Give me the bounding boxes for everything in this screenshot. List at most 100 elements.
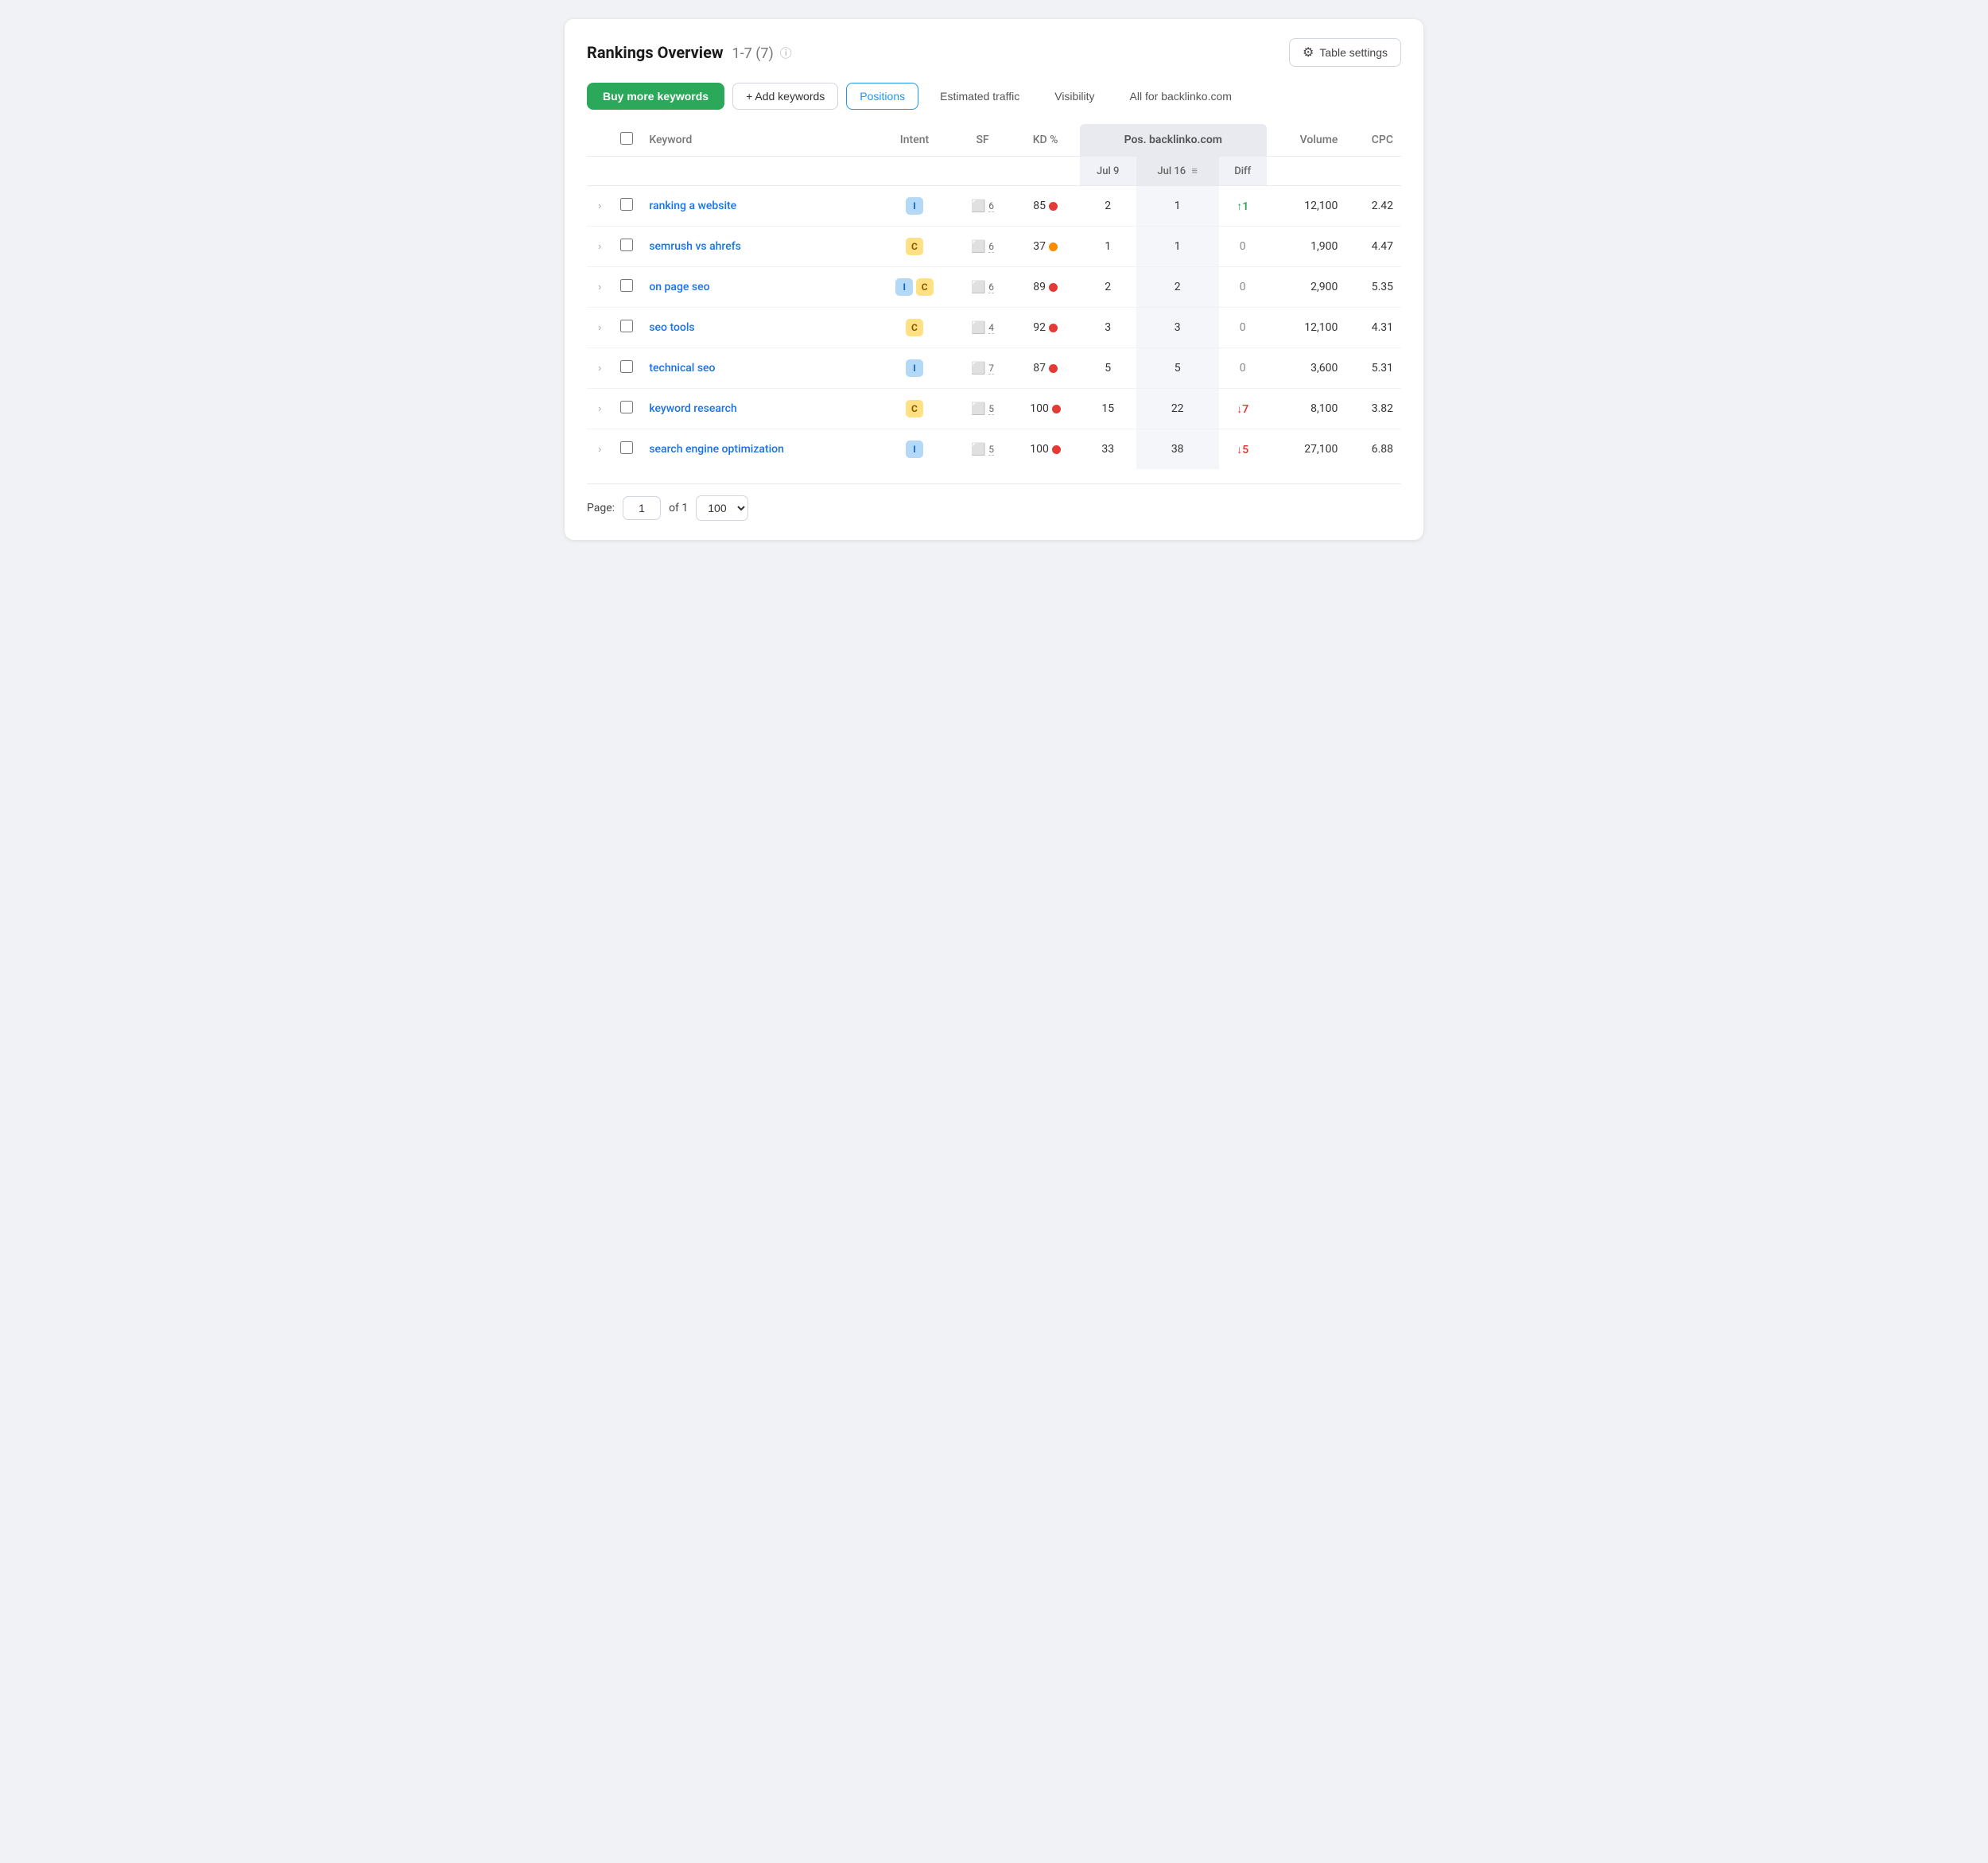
checkbox-cell	[612, 429, 641, 470]
intent-badge: C	[916, 278, 934, 296]
sf-number: 5	[988, 403, 994, 415]
keyword-link[interactable]: on page seo	[649, 281, 709, 293]
volume-cell: 12,100	[1267, 308, 1346, 348]
kd-value: 89	[1033, 281, 1046, 293]
table-row: ›keyword researchC ⬜ 51001522↓78,1003.82	[587, 389, 1401, 429]
gear-icon: ⚙	[1303, 45, 1314, 60]
sf-cell: ⬜ 6	[954, 186, 1011, 227]
expand-cell: ›	[587, 348, 612, 389]
expand-cell: ›	[587, 429, 612, 470]
keyword-link[interactable]: ranking a website	[649, 200, 736, 212]
keyword-link[interactable]: technical seo	[649, 362, 715, 375]
intent-cell: C	[875, 227, 953, 267]
checkbox-cell	[612, 227, 641, 267]
volume-cell: 3,600	[1267, 348, 1346, 389]
sf-number: 4	[988, 322, 994, 334]
diff-value: ↓5	[1237, 444, 1248, 456]
keyword-link[interactable]: semrush vs ahrefs	[649, 240, 741, 253]
tab-estimated-traffic[interactable]: Estimated traffic	[926, 83, 1033, 110]
kd-dot	[1052, 445, 1061, 454]
col-group-row: Keyword Intent SF KD % Pos. backlinko.co…	[587, 124, 1401, 157]
table-settings-button[interactable]: ⚙ Table settings	[1289, 38, 1401, 67]
intent-badge: C	[906, 238, 923, 255]
row-checkbox[interactable]	[620, 198, 633, 211]
buy-keywords-button[interactable]: Buy more keywords	[587, 83, 724, 110]
of-label: of 1	[669, 502, 688, 514]
sf-cell: ⬜ 5	[954, 429, 1011, 470]
per-page-select[interactable]: 100 50 25 10	[696, 495, 748, 521]
row-checkbox[interactable]	[620, 360, 633, 373]
sf-cell: ⬜ 4	[954, 308, 1011, 348]
sf-cell: ⬜ 7	[954, 348, 1011, 389]
keyword-cell: seo tools	[641, 308, 875, 348]
rankings-card: Rankings Overview 1-7 (7) ⓘ ⚙ Table sett…	[565, 19, 1423, 540]
expand-cell: ›	[587, 267, 612, 308]
kd-value: 87	[1033, 362, 1046, 375]
expand-button[interactable]: ›	[595, 200, 604, 212]
row-checkbox[interactable]	[620, 239, 633, 251]
keyword-link[interactable]: seo tools	[649, 321, 694, 334]
sf-image-icon: ⬜	[971, 320, 986, 335]
sf-image-icon: ⬜	[971, 239, 986, 254]
th-kd: KD %	[1011, 124, 1080, 157]
cpc-cell: 3.82	[1345, 389, 1401, 429]
title-range: 1-7 (7)	[732, 45, 774, 62]
keyword-link[interactable]: search engine optimization	[649, 443, 784, 456]
diff-value: 0	[1240, 362, 1246, 375]
th-sub-intent	[875, 157, 953, 186]
cpc-cell: 5.31	[1345, 348, 1401, 389]
checkbox-cell	[612, 267, 641, 308]
expand-button[interactable]: ›	[595, 281, 604, 293]
intent-badge: C	[906, 400, 923, 417]
row-checkbox[interactable]	[620, 441, 633, 454]
expand-button[interactable]: ›	[595, 240, 604, 252]
expand-button[interactable]: ›	[595, 362, 604, 374]
expand-cell: ›	[587, 308, 612, 348]
row-checkbox[interactable]	[620, 320, 633, 332]
volume-cell: 27,100	[1267, 429, 1346, 470]
tab-all-for[interactable]: All for backlinko.com	[1116, 83, 1245, 110]
page-input[interactable]	[623, 496, 661, 520]
tab-visibility[interactable]: Visibility	[1041, 83, 1108, 110]
cpc-cell: 6.88	[1345, 429, 1401, 470]
diff-cell: 0	[1219, 267, 1267, 308]
title-text: Rankings Overview	[587, 43, 724, 62]
footer: Page: of 1 100 50 25 10	[587, 483, 1401, 521]
table-row: ›technical seoI ⬜ 7875503,6005.31	[587, 348, 1401, 389]
expand-button[interactable]: ›	[595, 402, 604, 414]
expand-button[interactable]: ›	[595, 443, 604, 455]
expand-cell: ›	[587, 227, 612, 267]
row-checkbox[interactable]	[620, 401, 633, 413]
diff-value: 0	[1240, 281, 1246, 293]
kd-dot	[1049, 243, 1058, 251]
info-icon[interactable]: ⓘ	[780, 45, 792, 61]
volume-cell: 12,100	[1267, 186, 1346, 227]
intent-cell: C	[875, 308, 953, 348]
add-keywords-button[interactable]: + Add keywords	[732, 83, 838, 110]
table-row: ›on page seoI C ⬜ 6892202,9005.35	[587, 267, 1401, 308]
keyword-cell: semrush vs ahrefs	[641, 227, 875, 267]
intent-badge: I	[906, 359, 923, 377]
header-left: Rankings Overview 1-7 (7) ⓘ	[587, 43, 792, 62]
diff-value: ↓7	[1237, 403, 1248, 416]
kd-value: 92	[1033, 321, 1046, 334]
row-checkbox[interactable]	[620, 279, 633, 292]
th-jul16[interactable]: Jul 16 ≡	[1136, 157, 1219, 186]
keyword-link[interactable]: keyword research	[649, 402, 736, 415]
table-wrapper: Keyword Intent SF KD % Pos. backlinko.co…	[587, 124, 1401, 469]
checkbox-cell	[612, 308, 641, 348]
keyword-cell: search engine optimization	[641, 429, 875, 470]
table-row: ›ranking a websiteI ⬜ 68521↑112,1002.42	[587, 186, 1401, 227]
jul9-cell: 5	[1080, 348, 1136, 389]
tab-positions[interactable]: Positions	[846, 83, 918, 110]
intent-badge: I	[906, 441, 923, 458]
diff-cell: 0	[1219, 227, 1267, 267]
jul9-cell: 15	[1080, 389, 1136, 429]
kd-dot	[1049, 283, 1058, 292]
th-cpc: CPC	[1345, 124, 1401, 157]
cpc-cell: 2.42	[1345, 186, 1401, 227]
select-all-checkbox[interactable]	[620, 132, 633, 145]
jul9-cell: 2	[1080, 267, 1136, 308]
keyword-cell: on page seo	[641, 267, 875, 308]
expand-button[interactable]: ›	[595, 321, 604, 333]
